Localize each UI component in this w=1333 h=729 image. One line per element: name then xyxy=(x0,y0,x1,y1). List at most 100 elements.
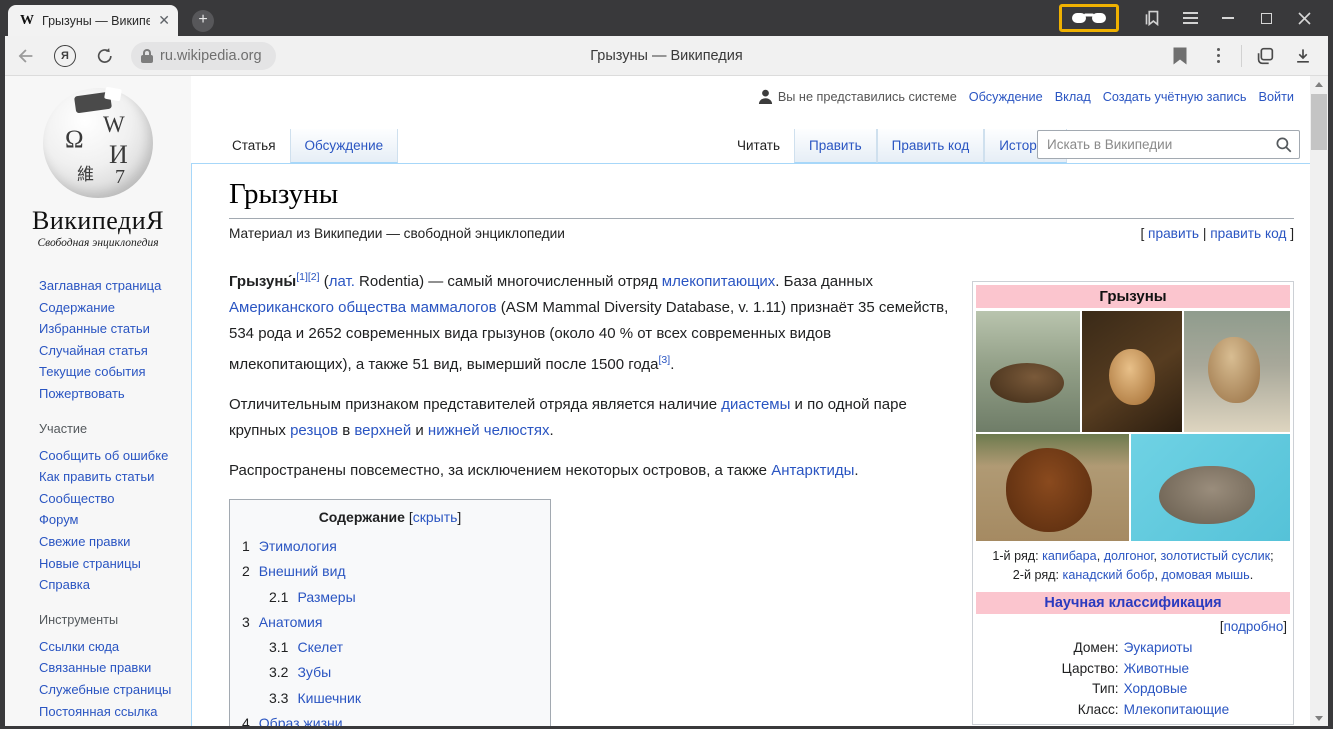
toc-item[interactable]: 3.2Зубы xyxy=(242,660,538,685)
bookmark-icon[interactable] xyxy=(1161,38,1199,74)
toc-item[interactable]: 4Образ жизни xyxy=(242,711,538,726)
wikipedia-favicon-icon: W xyxy=(20,13,34,29)
personal-link-login[interactable]: Войти xyxy=(1258,90,1294,104)
photo-house-mouse[interactable] xyxy=(1131,434,1290,541)
sidebar-link[interactable]: Содержание xyxy=(39,300,115,315)
sidebar-link[interactable]: Справка xyxy=(39,577,90,592)
url-text: ru.wikipedia.org xyxy=(160,48,262,64)
sidebar-link[interactable]: Избранные статьи xyxy=(39,321,150,336)
sidebar-tools-list: Ссылки сюда Связанные правки Служебные с… xyxy=(39,636,191,722)
personal-link-contribs[interactable]: Вклад xyxy=(1055,90,1091,104)
article-content: Грызуны Материал из Википедии — свободно… xyxy=(191,163,1310,726)
user-icon xyxy=(758,89,773,105)
sidebar-link[interactable]: Ссылки сюда xyxy=(39,639,119,654)
tab-title: Грызуны — Википедия xyxy=(42,14,150,28)
sidebar-nav-list: Заглавная страница Содержание Избранные … xyxy=(39,275,191,405)
search-icon[interactable] xyxy=(1269,136,1299,154)
sidebar-link[interactable]: Свежие правки xyxy=(39,534,130,549)
wiki-header: Вы не представились системе Обсуждение В… xyxy=(191,76,1310,163)
address-bar: Я ru.wikipedia.org Грызуны — Википедия xyxy=(5,36,1328,76)
personal-link-create-account[interactable]: Создать учётную запись xyxy=(1103,90,1247,104)
wiki-search-input[interactable] xyxy=(1038,137,1269,152)
photo-caption-row2: 2-й ряд: канадский бобр, домовая мышь. xyxy=(976,566,1290,585)
classification-detail-link[interactable]: [подробно] xyxy=(976,614,1290,636)
paragraph: Распространены повсеместно, за исключени… xyxy=(229,458,951,484)
classification-header: Научная классификация xyxy=(976,592,1290,614)
toc-item[interactable]: 1Этимология xyxy=(242,534,538,559)
sidebar-link[interactable]: Связанные правки xyxy=(39,660,151,675)
toolbar-divider xyxy=(1241,45,1242,67)
page-scrollbar[interactable] xyxy=(1310,76,1328,726)
classification-row: Класс: Млекопитающие xyxy=(976,700,1290,721)
view-tabs: Читать Править Править код История xyxy=(723,129,1067,163)
sidebar-link[interactable]: Новые страницы xyxy=(39,556,141,571)
logo-wordmark: ВикипедиЯ xyxy=(5,206,191,236)
toc-item[interactable]: 2.1Размеры xyxy=(242,585,538,610)
browser-tab[interactable]: W Грызуны — Википедия ✕ xyxy=(8,5,178,36)
sidebar-link[interactable]: Текущие события xyxy=(39,364,146,379)
toc-header[interactable]: Содержание [скрыть] xyxy=(242,509,538,525)
table-of-contents: Содержание [скрыть] 1Этимология 2Внешний… xyxy=(229,499,551,726)
classification-row: Царство: Животные xyxy=(976,659,1290,680)
incognito-glasses-icon xyxy=(1071,11,1107,25)
page-title: Грызуны xyxy=(229,178,1294,219)
sidebar-link[interactable]: Форум xyxy=(39,512,79,527)
sidebar-link[interactable]: Случайная статья xyxy=(39,343,148,358)
toc-item[interactable]: 3Анатомия xyxy=(242,610,538,635)
toc-item[interactable]: 3.3Кишечник xyxy=(242,686,538,711)
new-tab-button[interactable]: + xyxy=(192,10,214,32)
wikipedia-page: Вы не представились системе Обсуждение В… xyxy=(5,76,1310,726)
close-window-button[interactable] xyxy=(1285,0,1323,36)
section-edit-links[interactable]: [ править | править код ] xyxy=(1140,226,1294,241)
tab-article[interactable]: Статья xyxy=(218,129,290,163)
wikipedia-logo[interactable]: Ω W И 7 維 ВикипедиЯ Свободная энциклопед… xyxy=(5,76,191,249)
tab-close-icon[interactable]: ✕ xyxy=(158,12,170,29)
photo-caption-row1: 1-й ряд: капибара, долгоног, золотистый … xyxy=(976,547,1290,566)
sidebar-link[interactable]: Как править статьи xyxy=(39,469,154,484)
toc-item[interactable]: 3.1Скелет xyxy=(242,635,538,660)
taxobox: Грызуны 1-й ряд: капибара, д xyxy=(972,281,1294,725)
personal-link-talk[interactable]: Обсуждение xyxy=(969,90,1043,104)
side-panels-icon[interactable] xyxy=(1133,0,1171,36)
toc-item[interactable]: 2Внешний вид xyxy=(242,559,538,584)
personal-bar: Вы не представились системе Обсуждение В… xyxy=(758,89,1294,105)
sidebar-link[interactable]: Сообщить об ошибке xyxy=(39,448,168,463)
tab-edit[interactable]: Править xyxy=(794,129,877,163)
sidebar-link[interactable]: Служебные страницы xyxy=(39,682,171,697)
tab-read[interactable]: Читать xyxy=(723,129,794,163)
namespace-tabs: Статья Обсуждение xyxy=(218,129,398,163)
address-field[interactable]: ru.wikipedia.org xyxy=(131,42,276,70)
sidebar-link[interactable]: Пожертвовать xyxy=(39,386,125,401)
sidebar-link[interactable]: Сообщество xyxy=(39,491,115,506)
maximize-button[interactable] xyxy=(1247,0,1285,36)
photo-golden-ground-squirrel[interactable] xyxy=(1184,311,1290,432)
sidebar-header-participation: Участие xyxy=(39,422,191,436)
sidebar-header-tools: Инструменты xyxy=(39,613,191,627)
incognito-highlight-box[interactable] xyxy=(1059,4,1119,32)
sidebar-link[interactable]: Заглавная страница xyxy=(39,278,161,293)
download-icon[interactable] xyxy=(1284,38,1322,74)
back-button[interactable] xyxy=(5,44,45,68)
photo-springhare[interactable] xyxy=(1082,311,1182,432)
yandex-button[interactable]: Я xyxy=(45,45,85,67)
scrollbar-thumb[interactable] xyxy=(1311,94,1327,150)
lock-icon[interactable] xyxy=(141,49,153,63)
reload-button[interactable] xyxy=(85,46,125,66)
scroll-up-arrow[interactable] xyxy=(1310,76,1328,92)
browser-menu-icon[interactable] xyxy=(1171,0,1209,36)
photo-capybara[interactable] xyxy=(976,311,1080,432)
wiki-sidebar: Ω W И 7 維 ВикипедиЯ Свободная энциклопед… xyxy=(5,76,191,726)
sidebar-link[interactable]: Постоянная ссылка xyxy=(39,704,158,719)
photo-beaver[interactable] xyxy=(976,434,1129,541)
minimize-button[interactable] xyxy=(1209,0,1247,36)
tab-edit-source[interactable]: Править код xyxy=(877,129,985,163)
scroll-down-arrow[interactable] xyxy=(1310,710,1328,726)
taxobox-photos xyxy=(976,311,1290,541)
more-options-icon[interactable] xyxy=(1199,38,1237,74)
user-status: Вы не представились системе xyxy=(758,89,957,105)
tab-discussion[interactable]: Обсуждение xyxy=(290,129,399,163)
paragraph: Грызуны́[1][2] (лат. Rodentia) — самый м… xyxy=(229,264,951,378)
collections-icon[interactable] xyxy=(1246,38,1284,74)
browser-tab-strip: W Грызуны — Википедия ✕ + xyxy=(0,0,1333,36)
sidebar-participation-list: Сообщить об ошибке Как править статьи Со… xyxy=(39,445,191,596)
